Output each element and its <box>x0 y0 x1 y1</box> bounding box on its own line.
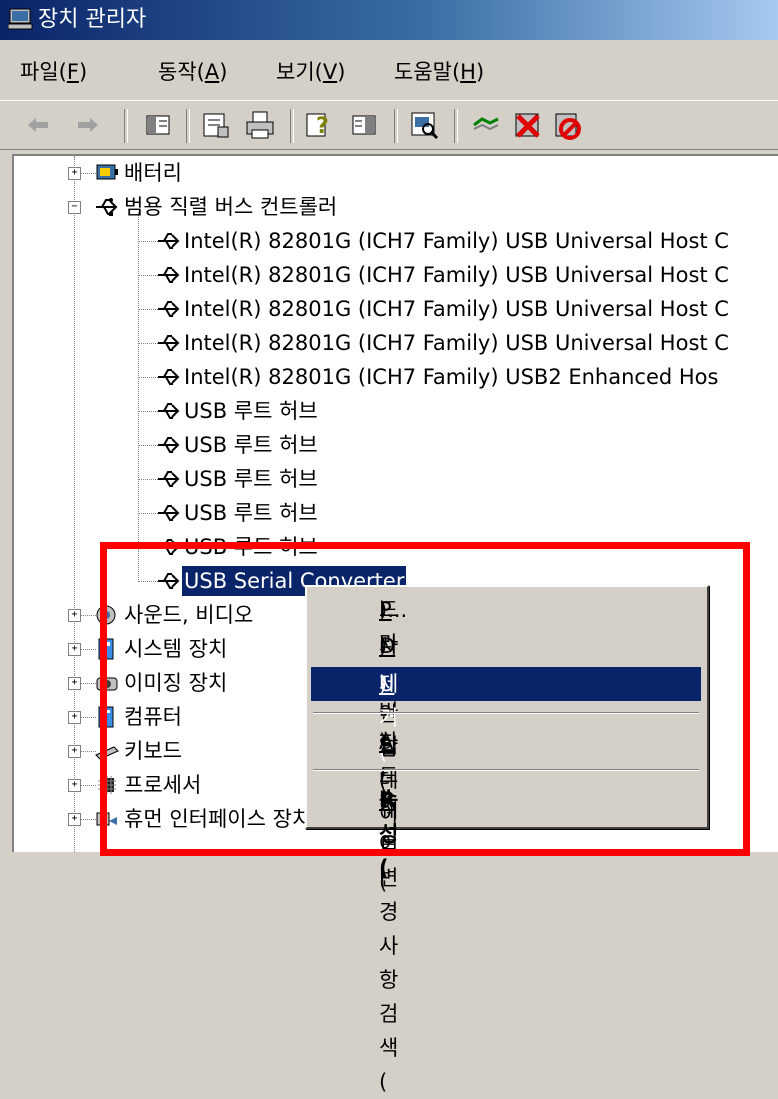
print-icon[interactable] <box>244 109 276 141</box>
toolbar: ? <box>0 100 778 150</box>
tree-item-usb-device[interactable]: Intel(R) 82801G (ICH7 Family) USB Univer… <box>14 292 774 326</box>
usb-icon <box>158 437 180 453</box>
usb-icon <box>96 198 118 216</box>
show-hide-tree-icon[interactable] <box>142 109 174 141</box>
toolbar-separator <box>454 109 458 143</box>
usb-icon <box>158 233 180 249</box>
window-title: 장치 관리자 <box>38 7 147 32</box>
expand-icon[interactable]: + <box>68 677 81 690</box>
tree-item-usb-device[interactable]: USB 루트 허브 <box>14 394 774 428</box>
device-manager-icon <box>8 8 33 30</box>
battery-icon <box>96 164 118 180</box>
tree-item-usb-device[interactable]: Intel(R) 82801G (ICH7 Family) USB2 Enhan… <box>14 360 774 394</box>
svg-text:?: ? <box>316 114 329 139</box>
disable-icon[interactable] <box>552 109 584 141</box>
console-tree-icon[interactable] <box>348 109 380 141</box>
expand-icon[interactable]: + <box>68 711 81 724</box>
toolbar-separator <box>124 109 128 143</box>
usb-icon <box>158 471 180 487</box>
tree-item-usb-device[interactable]: Intel(R) 82801G (ICH7 Family) USB Univer… <box>14 258 774 292</box>
back-arrow-icon[interactable] <box>22 109 54 141</box>
usb-icon <box>158 301 180 317</box>
menu-file[interactable]: 파일(F) <box>20 56 87 86</box>
usb-icon <box>158 505 180 521</box>
menu-bar: 파일(F) 동작(A) 보기(V) 도움말(H) <box>0 44 778 94</box>
help-icon[interactable]: ? <box>304 109 336 141</box>
tree-item-usb-device[interactable]: Intel(R) 82801G (ICH7 Family) USB Univer… <box>14 326 774 360</box>
expand-icon[interactable]: + <box>68 745 81 758</box>
toolbar-separator <box>186 109 190 143</box>
uninstall-icon[interactable] <box>512 109 544 141</box>
title-bar: 장치 관리자 <box>0 0 778 40</box>
usb-icon <box>158 403 180 419</box>
menu-help[interactable]: 도움말(H) <box>394 56 484 86</box>
menu-view[interactable]: 보기(V) <box>276 56 345 86</box>
usb-icon <box>158 267 180 283</box>
update-driver-icon[interactable] <box>470 109 502 141</box>
properties-icon[interactable] <box>200 109 232 141</box>
scan-hardware-icon[interactable] <box>408 109 440 141</box>
usb-icon <box>158 369 180 385</box>
expand-icon[interactable]: + <box>68 813 81 826</box>
menu-action[interactable]: 동작(A) <box>158 56 227 86</box>
expand-icon[interactable]: + <box>68 643 81 656</box>
tree-item-usb-device[interactable]: USB 루트 허브 <box>14 428 774 462</box>
usb-icon <box>158 335 180 351</box>
tree-item-usb-device[interactable]: USB 루트 허브 <box>14 496 774 530</box>
tree-item-usb-device[interactable]: Intel(R) 82801G (ICH7 Family) USB Univer… <box>14 224 774 258</box>
highlight-annotation-box <box>100 542 750 856</box>
expand-icon[interactable]: + <box>68 609 81 622</box>
tree-item-battery[interactable]: + 배터리 <box>14 156 774 190</box>
forward-arrow-icon[interactable] <box>72 109 104 141</box>
toolbar-separator <box>394 109 398 143</box>
tree-item-usb-device[interactable]: USB 루트 허브 <box>14 462 774 496</box>
expand-icon[interactable]: + <box>68 167 81 180</box>
tree-item-usb-controllers[interactable]: − 범용 직렬 버스 컨트롤러 <box>14 190 774 224</box>
collapse-icon[interactable]: − <box>68 201 81 214</box>
toolbar-separator <box>290 109 294 143</box>
expand-icon[interactable]: + <box>68 779 81 792</box>
